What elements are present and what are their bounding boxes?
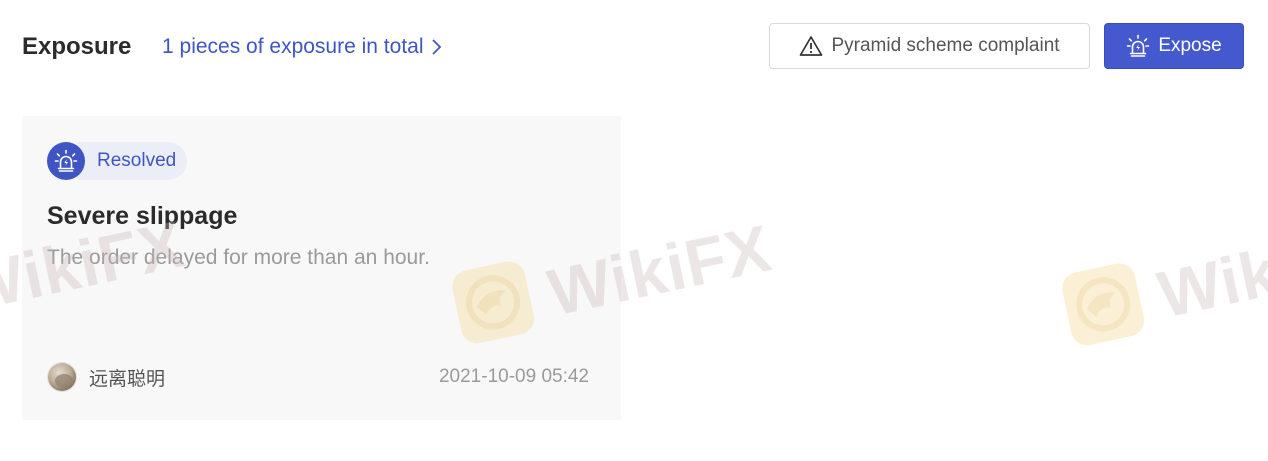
pyramid-scheme-complaint-button[interactable]: Pyramid scheme complaint — [769, 23, 1090, 69]
wikifx-watermark: WikiFX — [1057, 207, 1268, 355]
exposure-title: Severe slippage — [47, 202, 238, 230]
alarm-light-icon — [47, 142, 85, 180]
avatar — [47, 362, 77, 392]
complaint-button-label: Pyramid scheme complaint — [831, 35, 1060, 56]
page-title: Exposure — [22, 33, 132, 60]
exposure-count-label: 1 pieces of exposure in total — [162, 35, 424, 58]
exposure-timestamp: 2021-10-09 05:42 — [438, 366, 589, 387]
chevron-right-icon — [430, 36, 444, 58]
author-name: 远离聪明 — [89, 367, 166, 390]
eagle-logo-icon — [1057, 258, 1151, 355]
status-badge-label: Resolved — [77, 142, 188, 180]
exposure-description: The order delayed for more than an hour. — [47, 246, 430, 269]
expose-button[interactable]: Expose — [1104, 23, 1244, 69]
status-badge: Resolved — [47, 142, 188, 180]
exposure-card[interactable]: Resolved Severe slippage The order delay… — [22, 116, 621, 420]
alarm-light-icon — [1126, 34, 1150, 58]
watermark-text: WikiFX — [1151, 211, 1268, 332]
exposure-count-link[interactable]: 1 pieces of exposure in total — [162, 31, 444, 63]
warning-triangle-icon — [799, 35, 823, 57]
author: 远离聪明 — [47, 362, 165, 392]
exposure-page: Exposure 1 pieces of exposure in total P… — [0, 0, 1268, 461]
expose-button-label: Expose — [1158, 35, 1222, 56]
